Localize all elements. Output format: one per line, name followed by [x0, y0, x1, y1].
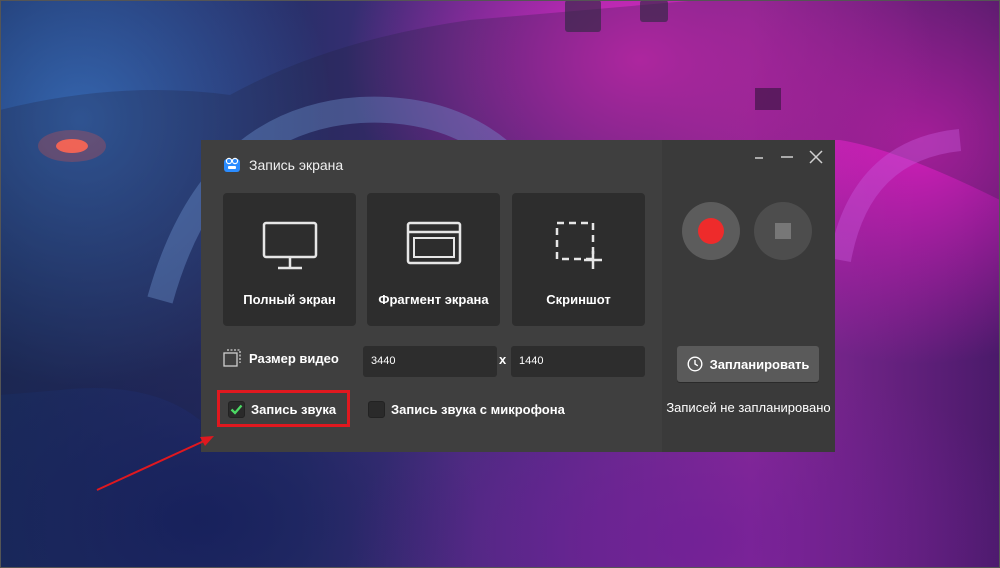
record-icon [698, 218, 724, 244]
close-icon[interactable] [807, 148, 825, 166]
app-logo-icon [224, 157, 240, 172]
full-screen-button[interactable]: Полный экран [223, 193, 356, 326]
mic-audio-checkbox-row[interactable]: Запись звука с микрофона [368, 398, 565, 420]
video-size-label: Размер видео [249, 350, 339, 366]
mic-audio-checkbox[interactable] [368, 400, 385, 418]
minimize-to-tray-icon[interactable] [750, 148, 768, 166]
screenshot-button[interactable]: Скриншот [512, 193, 645, 326]
video-height-input[interactable] [511, 346, 645, 377]
schedule-status: Записей не запланировано [666, 400, 831, 415]
screen-recorder-window: Запись экрана Полный экран Фрагмент экра… [201, 140, 835, 452]
window-title: Запись экрана [249, 157, 344, 173]
schedule-button-label: Запланировать [709, 356, 810, 372]
screenshot-label: Скриншот [546, 292, 611, 307]
title-bar: Запись экрана [223, 154, 343, 176]
clock-icon [687, 356, 703, 372]
minimize-icon[interactable] [778, 148, 796, 166]
mic-audio-label: Запись звука с микрофона [391, 401, 565, 417]
screen-fragment-label: Фрагмент экрана [378, 292, 489, 307]
screenshot-icon [555, 221, 602, 269]
schedule-button[interactable]: Запланировать [677, 346, 819, 382]
full-screen-label: Полный экран [243, 292, 336, 307]
stop-icon [775, 223, 791, 239]
resize-icon [223, 349, 241, 367]
window-fragment-icon [406, 221, 461, 265]
capture-panel: Запись экрана Полный экран Фрагмент экра… [201, 140, 662, 452]
annotation-highlight-box [217, 390, 350, 427]
video-size-row: Размер видео [223, 347, 339, 369]
stop-button[interactable] [754, 202, 812, 260]
size-separator: x [499, 352, 507, 367]
video-width-input[interactable] [363, 346, 497, 377]
screen-fragment-button[interactable]: Фрагмент экрана [367, 193, 500, 326]
monitor-icon [262, 221, 317, 270]
record-button[interactable] [682, 202, 740, 260]
record-panel: Запланировать Записей не запланировано [662, 140, 835, 452]
